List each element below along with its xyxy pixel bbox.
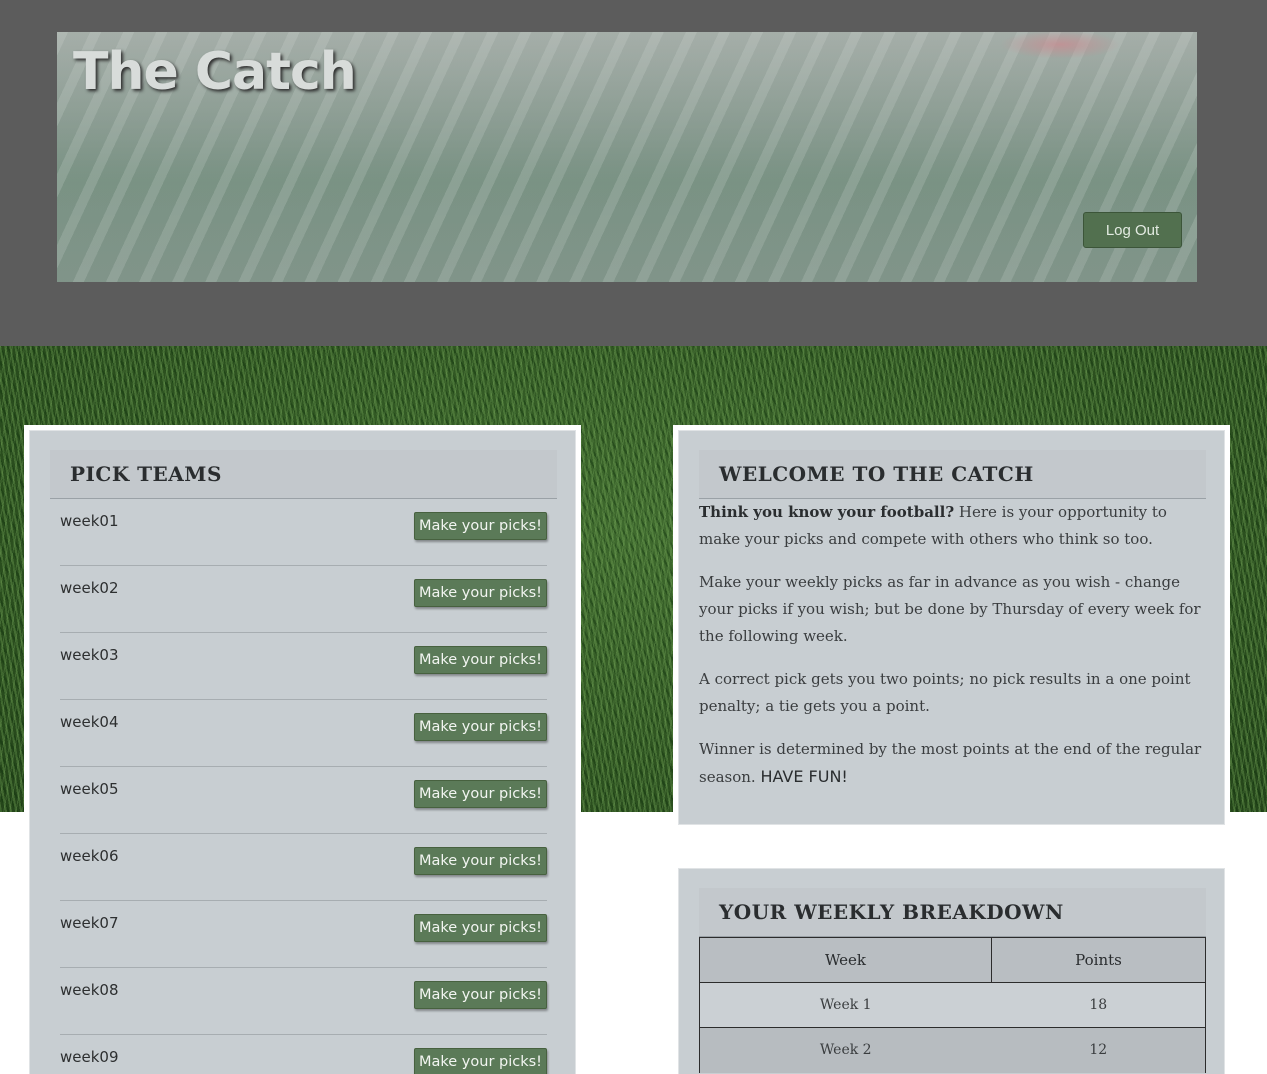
table-row: Week 2 12: [699, 1027, 1206, 1073]
week-label: week05: [60, 780, 119, 798]
week-label: week09: [60, 1048, 119, 1066]
make-picks-button[interactable]: Make your picks!: [414, 981, 547, 1009]
week-cell: Week 2: [699, 1027, 992, 1073]
weekly-breakdown-header: YOUR WEEKLY BREAKDOWN: [699, 888, 1206, 937]
make-picks-button[interactable]: Make your picks!: [414, 512, 547, 540]
make-picks-button[interactable]: Make your picks!: [414, 1048, 547, 1074]
welcome-paragraph-4: Winner is determined by the most points …: [699, 736, 1204, 791]
weekly-breakdown-panel: YOUR WEEKLY BREAKDOWN Week Points Week 1…: [678, 868, 1225, 1074]
week-label: week08: [60, 981, 119, 999]
welcome-text: Think you know your football? Here is yo…: [699, 499, 1204, 807]
column-header-points: Points: [991, 937, 1206, 983]
points-cell: 12: [991, 1027, 1206, 1073]
logout-button[interactable]: Log Out: [1083, 212, 1182, 248]
week-row: week05 Make your picks!: [60, 767, 547, 834]
week-label: week03: [60, 646, 119, 664]
have-fun-text: HAVE FUN!: [760, 767, 848, 786]
weekly-breakdown-table: Week Points Week 1 18 Week 2 12: [699, 937, 1206, 1073]
week-row: week06 Make your picks!: [60, 834, 547, 901]
site-title: The Catch: [73, 42, 357, 102]
welcome-panel: WELCOME TO THE CATCH Think you know your…: [678, 430, 1225, 825]
column-header-week: Week: [699, 937, 992, 983]
table-header-row: Week Points: [699, 937, 1206, 983]
hero-banner: The Catch Log Out: [57, 32, 1197, 282]
points-cell: 18: [991, 982, 1206, 1028]
week-list: week01 Make your picks! week02 Make your pi…: [60, 499, 547, 1074]
table-row: Week 1 18: [699, 982, 1206, 1028]
week-row: week02 Make your picks!: [60, 566, 547, 633]
week-label: week01: [60, 512, 119, 530]
week-row: week09 Make your picks!: [60, 1035, 547, 1074]
welcome-paragraph-2: Make your weekly picks as far in advance…: [699, 573, 1201, 645]
week-row: week08 Make your picks!: [60, 968, 547, 1035]
pick-teams-panel: PICK TEAMS week01 Make your picks! week02 M…: [29, 430, 576, 1074]
make-picks-button[interactable]: Make your picks!: [414, 780, 547, 808]
week-row: week04 Make your picks!: [60, 700, 547, 767]
make-picks-button[interactable]: Make your picks!: [414, 579, 547, 607]
make-picks-button[interactable]: Make your picks!: [414, 914, 547, 942]
make-picks-button[interactable]: Make your picks!: [414, 646, 547, 674]
week-row: week03 Make your picks!: [60, 633, 547, 700]
welcome-paragraph-1: Think you know your football? Here is yo…: [699, 499, 1204, 553]
welcome-paragraph-3: A correct pick gets you two points; no p…: [699, 670, 1191, 715]
week-label: week02: [60, 579, 119, 597]
welcome-lead: Think you know your football?: [699, 503, 955, 521]
week-row: week07 Make your picks!: [60, 901, 547, 968]
welcome-header: WELCOME TO THE CATCH: [699, 450, 1206, 499]
pick-teams-header: PICK TEAMS: [50, 450, 557, 499]
pick-teams-title: PICK TEAMS: [70, 462, 222, 486]
make-picks-button[interactable]: Make your picks!: [414, 713, 547, 741]
week-label: week06: [60, 847, 119, 865]
week-row: week01 Make your picks!: [60, 499, 547, 566]
header-band: The Catch Log Out: [0, 0, 1267, 346]
week-label: week04: [60, 713, 119, 731]
make-picks-button[interactable]: Make your picks!: [414, 847, 547, 875]
week-cell: Week 1: [699, 982, 992, 1028]
weekly-breakdown-title: YOUR WEEKLY BREAKDOWN: [719, 900, 1064, 924]
welcome-title: WELCOME TO THE CATCH: [719, 462, 1034, 486]
week-label: week07: [60, 914, 119, 932]
